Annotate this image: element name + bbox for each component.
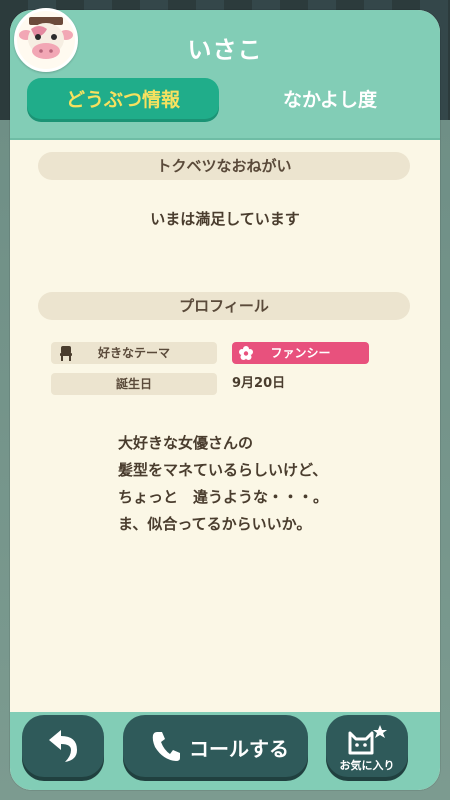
- call-button-label: コールする: [189, 737, 289, 761]
- phone-icon: [152, 732, 180, 761]
- quote-line: 大好きな女優さんの: [118, 434, 254, 452]
- quote-line: 髪型をマネているらしいけど、: [118, 461, 328, 479]
- favorite-theme-value-text: ファンシー: [270, 346, 331, 360]
- favorite-theme-label-text: 好きなテーマ: [97, 346, 170, 360]
- back-arrow-icon: [49, 730, 77, 762]
- tab-animal-info[interactable]: どうぶつ情報: [27, 78, 219, 122]
- call-button[interactable]: コールする: [123, 715, 308, 777]
- villager-quote: 大好きな女優さんの 髪型をマネているらしいけど、 ちょっと 違うような・・・。 …: [118, 430, 418, 538]
- profile-section-title: プロフィール: [38, 292, 410, 320]
- tab-friendship[interactable]: なかよし度: [238, 78, 422, 122]
- cow-villager-icon: [14, 8, 78, 72]
- cat-star-icon: [348, 725, 387, 755]
- birthday-value: 9月20日: [232, 376, 286, 391]
- wish-section-title: トクベツなおねがい: [38, 152, 410, 180]
- favorite-theme-value: ファンシー: [232, 342, 369, 364]
- wish-text: いまは満足しています: [150, 210, 300, 228]
- back-button[interactable]: [22, 715, 104, 777]
- favorite-button[interactable]: お気に入り: [326, 715, 408, 777]
- birthday-label: 誕生日: [51, 373, 217, 395]
- quote-line: ちょっと 違うような・・・。: [118, 488, 329, 506]
- birthday-label-text: 誕生日: [115, 377, 152, 391]
- favorite-theme-label: 好きなテーマ: [51, 342, 217, 364]
- favorite-button-label: お気に入り: [339, 759, 395, 772]
- quote-line: ま、似合ってるからいいか。: [118, 515, 312, 533]
- villager-panel: いさこ どうぶつ情報 なかよし度 トクベツなおねがい いまは満足しています プロ…: [10, 10, 440, 790]
